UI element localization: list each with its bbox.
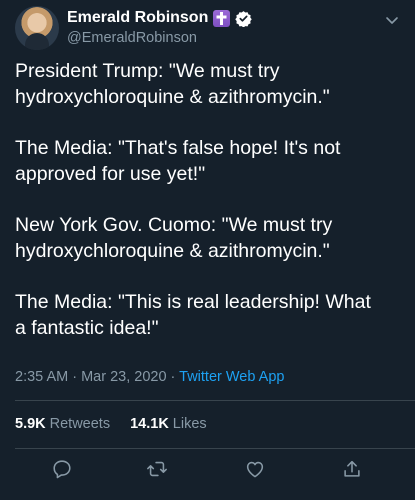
tweet-text: President Trump: "We must try hydroxychl… (15, 58, 405, 366)
tweet-actions (0, 458, 415, 484)
retweet-icon[interactable] (146, 458, 168, 480)
tweet-meta: 2:35 AM · Mar 23, 2020 · Twitter Web App (15, 369, 284, 385)
share-icon[interactable] (341, 458, 363, 480)
avatar[interactable] (15, 6, 59, 50)
retweets-count: 5.9K (15, 416, 46, 432)
author-display-name[interactable]: Emerald Robinson (67, 9, 208, 27)
divider (15, 400, 415, 401)
author-handle[interactable]: @EmeraldRobinson (67, 30, 197, 46)
likes-count: 14.1K (130, 416, 169, 432)
tweet-paragraph: The Media: "That's false hope! It's not … (15, 137, 341, 185)
chevron-down-icon[interactable] (384, 12, 400, 28)
divider (15, 448, 415, 449)
author-name-row: Emerald Robinson (67, 9, 253, 27)
retweets-label: Retweets (49, 416, 111, 432)
tweet-header: Emerald Robinson @EmeraldRobinson (15, 6, 400, 50)
tweet-paragraph: President Trump: "We must try hydroxychl… (15, 60, 330, 108)
tweet-paragraph: The Media: "This is real leadership! Wha… (15, 291, 371, 339)
retweets-stat[interactable]: 5.9K Retweets (15, 416, 110, 432)
tweet-stats: 5.9K Retweets 14.1K Likes (15, 416, 207, 432)
tweet-paragraph: New York Gov. Cuomo: "We must try hydrox… (15, 214, 333, 262)
tweet-source-link[interactable]: Twitter Web App (179, 369, 284, 385)
latin-cross-icon (213, 9, 231, 27)
like-icon[interactable] (244, 458, 266, 480)
likes-label: Likes (172, 416, 207, 432)
tweet-timestamp[interactable]: 2:35 AM · Mar 23, 2020 · (15, 369, 179, 385)
reply-icon[interactable] (51, 458, 73, 480)
likes-stat[interactable]: 14.1K Likes (130, 416, 207, 432)
verified-badge-icon (235, 10, 253, 27)
